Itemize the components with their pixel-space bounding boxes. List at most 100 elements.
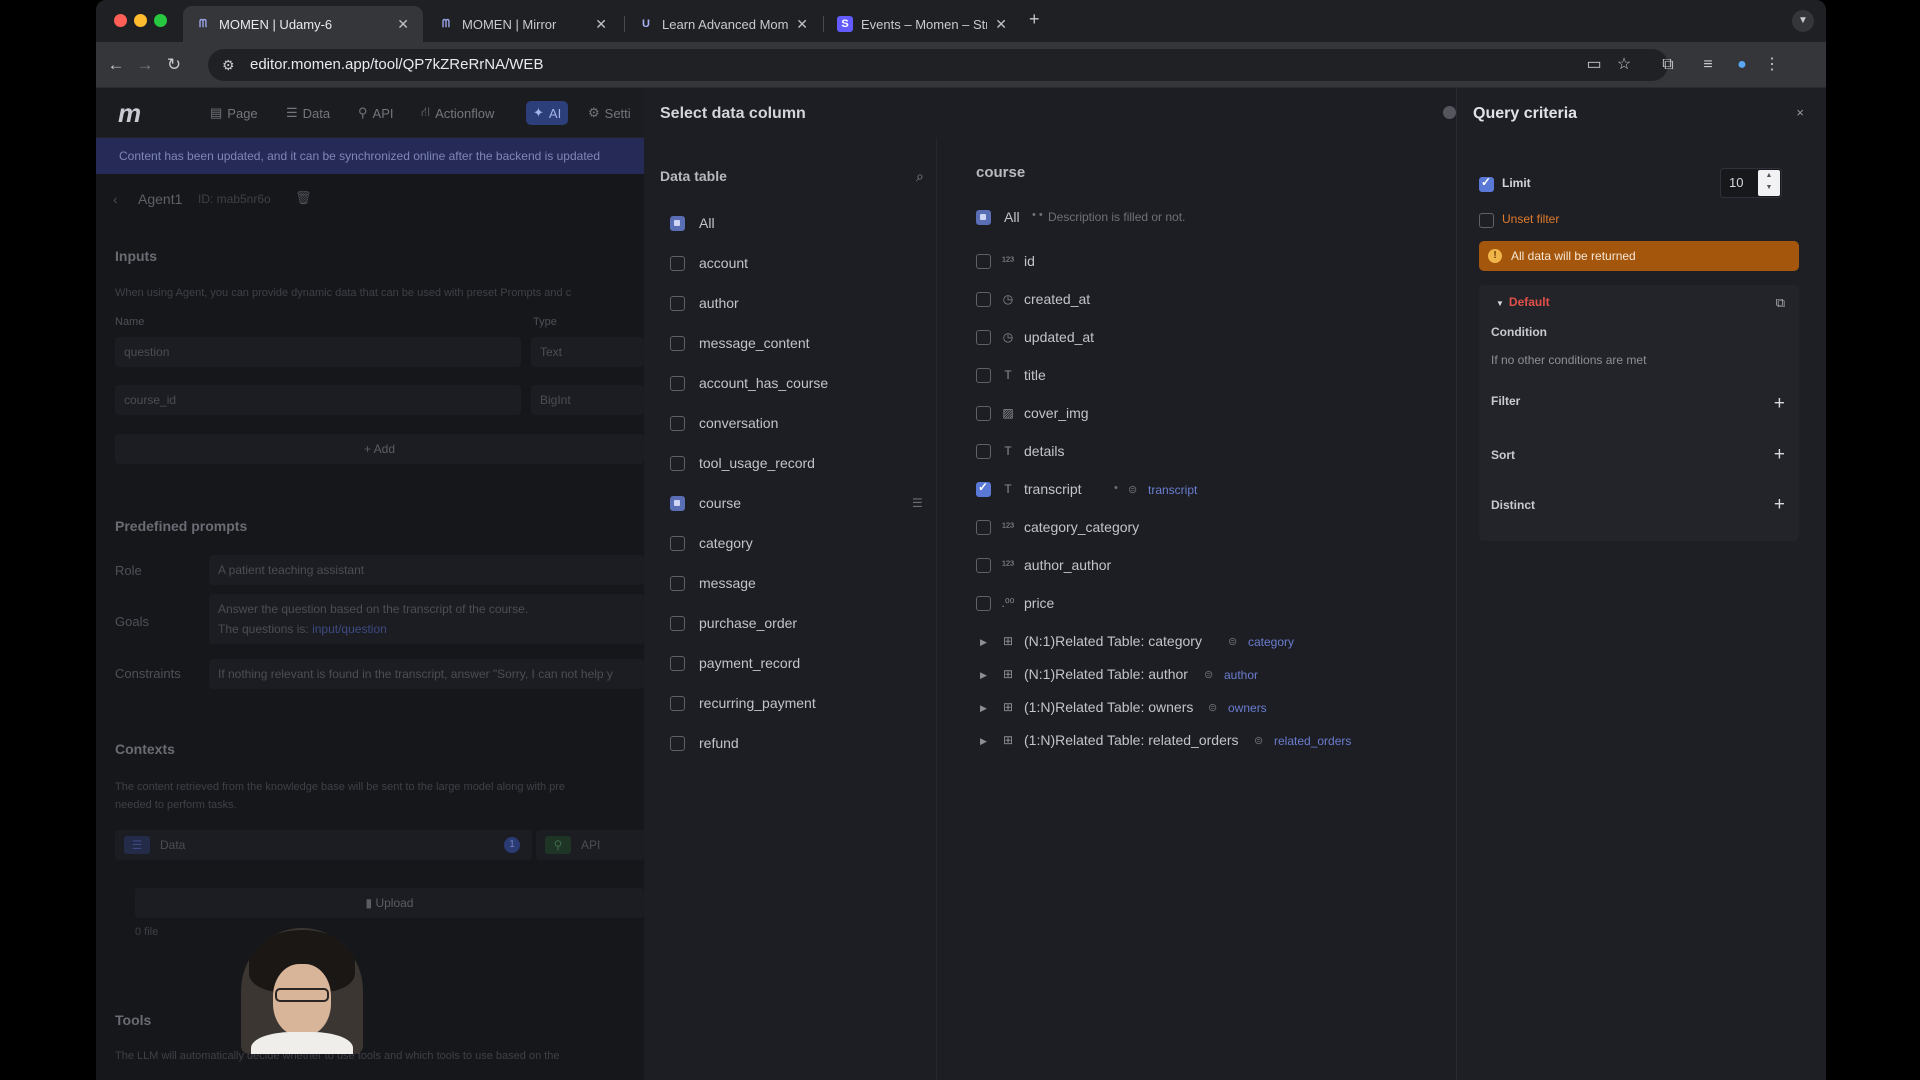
table-row-label[interactable]: message bbox=[699, 575, 756, 591]
constraints-field[interactable]: If nothing relevant is found in the tran… bbox=[209, 659, 644, 689]
expand-caret-icon[interactable]: ▶ bbox=[980, 670, 987, 681]
field-checkbox[interactable] bbox=[976, 406, 991, 421]
add-filter-plus-icon[interactable]: + bbox=[1774, 394, 1785, 413]
table-checkbox[interactable] bbox=[670, 656, 685, 671]
back-chevron-icon[interactable]: ‹ bbox=[113, 191, 118, 207]
close-tab-icon[interactable]: ✕ bbox=[595, 16, 607, 33]
input-type-select[interactable]: BigInt bbox=[531, 385, 644, 415]
context-api-item[interactable]: ⚲ API bbox=[536, 830, 644, 860]
context-data-item[interactable]: ☰ Data 1 bbox=[115, 830, 532, 860]
table-row-label[interactable]: payment_record bbox=[699, 655, 800, 671]
table-checkbox[interactable] bbox=[670, 256, 685, 271]
upload-button[interactable]: ▮ Upload bbox=[135, 888, 644, 918]
goals-field[interactable]: Answer the question based on the transcr… bbox=[209, 594, 644, 644]
search-icon[interactable]: ⌕ bbox=[916, 168, 924, 185]
add-input-button[interactable]: + Add bbox=[115, 434, 644, 464]
field-label[interactable]: cover_img bbox=[1024, 405, 1089, 421]
bookmark-star-icon[interactable]: ☆ bbox=[1612, 53, 1636, 77]
table-row-label[interactable]: tool_usage_record bbox=[699, 455, 815, 471]
field-checkbox[interactable] bbox=[976, 330, 991, 345]
field-label[interactable]: details bbox=[1024, 443, 1064, 459]
field-label[interactable]: author_author bbox=[1024, 557, 1111, 573]
limit-checkbox[interactable] bbox=[1479, 175, 1494, 192]
role-field[interactable]: A patient teaching assistant bbox=[209, 555, 644, 585]
nav-api[interactable]: ⚲ API bbox=[358, 101, 394, 125]
expand-caret-icon[interactable]: ▶ bbox=[980, 703, 987, 714]
input-type-select[interactable]: Text bbox=[531, 337, 644, 367]
table-checkbox[interactable] bbox=[670, 536, 685, 551]
relation-label[interactable]: (N:1)Related Table: author bbox=[1024, 666, 1188, 682]
all-fields-checkbox[interactable] bbox=[976, 210, 991, 225]
add-sort-plus-icon[interactable]: + bbox=[1774, 445, 1785, 464]
unset-filter-checkbox[interactable] bbox=[1479, 213, 1494, 228]
back-arrow-icon[interactable]: ← bbox=[104, 53, 128, 77]
field-label[interactable]: transcript bbox=[1024, 481, 1082, 497]
field-label[interactable]: category_category bbox=[1024, 519, 1139, 535]
table-row-label[interactable]: conversation bbox=[699, 415, 778, 431]
close-tab-icon[interactable]: ✕ bbox=[397, 16, 409, 33]
panel-handle-dot[interactable] bbox=[1443, 106, 1456, 119]
field-checkbox[interactable] bbox=[976, 480, 991, 497]
minimize-window-button[interactable] bbox=[134, 14, 147, 27]
field-label[interactable]: created_at bbox=[1024, 291, 1090, 307]
field-checkbox[interactable] bbox=[976, 444, 991, 459]
expand-caret-icon[interactable]: ▶ bbox=[980, 736, 987, 747]
site-settings-icon[interactable]: ⚙ bbox=[222, 49, 235, 81]
reload-icon[interactable]: ↻ bbox=[162, 53, 186, 77]
expand-caret-icon[interactable]: ▶ bbox=[980, 637, 987, 648]
browser-menu-icon[interactable]: ⋮ bbox=[1760, 53, 1784, 77]
field-checkbox[interactable] bbox=[976, 520, 991, 535]
nav-page[interactable]: ▤ Page bbox=[210, 101, 258, 125]
field-label[interactable]: price bbox=[1024, 595, 1054, 611]
table-row-label[interactable]: account_has_course bbox=[699, 375, 828, 391]
table-checkbox[interactable] bbox=[670, 456, 685, 471]
limit-stepper[interactable]: ▲ ▼ bbox=[1758, 170, 1780, 196]
field-checkbox[interactable] bbox=[976, 596, 991, 611]
field-label[interactable]: id bbox=[1024, 253, 1035, 269]
close-icon[interactable]: × bbox=[1796, 105, 1804, 120]
tab-stripe-events[interactable]: S Events – Momen – Stripe [Te ✕ bbox=[825, 6, 1021, 42]
input-name-field[interactable]: course_id bbox=[115, 385, 521, 415]
table-checkbox[interactable] bbox=[670, 576, 685, 591]
table-row-label[interactable]: account bbox=[699, 255, 748, 271]
table-checkbox[interactable] bbox=[670, 216, 685, 231]
field-checkbox[interactable] bbox=[976, 254, 991, 269]
tab-momen-mirror[interactable]: ᗰ MOMEN | Mirror ✕ bbox=[426, 6, 621, 42]
table-row-label[interactable]: refund bbox=[699, 735, 739, 751]
nav-data[interactable]: ☰ Data bbox=[286, 101, 330, 125]
all-fields-label[interactable]: All bbox=[1004, 209, 1020, 225]
momen-logo-icon[interactable]: m bbox=[118, 98, 168, 128]
tab-search-chevron-icon[interactable]: ▼ bbox=[1792, 10, 1814, 32]
relation-label[interactable]: (N:1)Related Table: category bbox=[1024, 633, 1202, 649]
stepper-up-icon[interactable]: ▲ bbox=[1758, 170, 1780, 182]
table-checkbox[interactable] bbox=[670, 696, 685, 711]
table-checkbox[interactable] bbox=[670, 496, 685, 511]
profile-avatar-icon[interactable]: ● bbox=[1730, 53, 1754, 77]
table-row-label[interactable]: author bbox=[699, 295, 739, 311]
table-checkbox[interactable] bbox=[670, 296, 685, 311]
field-checkbox[interactable] bbox=[976, 558, 991, 573]
nav-ai[interactable]: ✦ AI bbox=[526, 101, 569, 125]
address-bar[interactable]: ⚙ editor.momen.app/tool/QP7kZReRrNA/WEB bbox=[208, 49, 1668, 81]
maximize-window-button[interactable] bbox=[154, 14, 167, 27]
input-name-field[interactable]: question bbox=[115, 337, 521, 367]
table-row-label[interactable]: message_content bbox=[699, 335, 810, 351]
field-label[interactable]: updated_at bbox=[1024, 329, 1094, 345]
table-checkbox[interactable] bbox=[670, 336, 685, 351]
filter-icon[interactable]: ☰ bbox=[912, 496, 923, 510]
extensions-icon[interactable]: ⧉ bbox=[1656, 53, 1680, 77]
trash-icon[interactable]: 🗑 bbox=[295, 190, 312, 206]
add-distinct-plus-icon[interactable]: + bbox=[1774, 495, 1785, 514]
goals-variable-link[interactable]: input/question bbox=[312, 622, 387, 636]
tab-udemy-course[interactable]: U Learn Advanced Momen in 20 ✕ bbox=[626, 6, 822, 42]
nav-actionflow[interactable]: ⛙ Actionflow bbox=[421, 101, 494, 125]
new-tab-button[interactable]: + bbox=[1029, 9, 1040, 30]
field-checkbox[interactable] bbox=[976, 292, 991, 307]
table-row-label[interactable]: All bbox=[699, 215, 715, 231]
close-tab-icon[interactable]: ✕ bbox=[995, 16, 1007, 33]
media-controls-icon[interactable]: ≡ bbox=[1696, 53, 1720, 77]
table-checkbox[interactable] bbox=[670, 736, 685, 751]
nav-settings[interactable]: ⚙ Setti bbox=[588, 101, 631, 125]
copy-icon[interactable]: ⧉ bbox=[1776, 295, 1785, 311]
table-checkbox[interactable] bbox=[670, 416, 685, 431]
